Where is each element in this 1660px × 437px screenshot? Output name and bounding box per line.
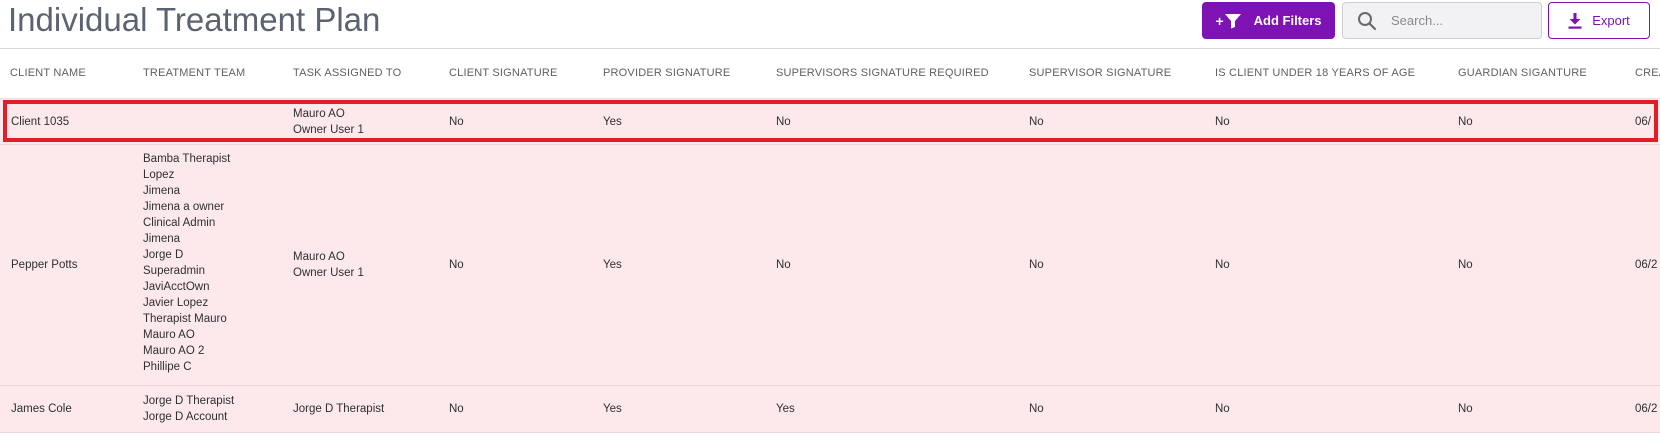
column-header-client-under-18[interactable]: IS CLIENT UNDER 18 YEARS OF AGE [1215, 67, 1415, 79]
cell-task-assigned-to: Jorge D Therapist [293, 403, 385, 415]
filter-icon: + [1215, 13, 1241, 29]
cell-supervisors-signature-required: No [776, 259, 791, 271]
export-button[interactable]: Export [1548, 2, 1650, 39]
cell-supervisor-signature: No [1029, 259, 1044, 271]
column-header-task-assigned-to[interactable]: TASK ASSIGNED TO [293, 67, 401, 79]
page-header: Individual Treatment Plan + Add Filters … [0, 0, 1660, 49]
cell-client-name: Pepper Potts [11, 259, 78, 271]
cell-client-signature: No [449, 403, 464, 415]
download-icon [1568, 12, 1582, 29]
table-header: CLIENT NAME TREATMENT TEAM TASK ASSIGNED… [0, 49, 1660, 99]
cell-client-name: James Cole [11, 403, 72, 415]
cell-guardian-signature: No [1458, 116, 1473, 128]
export-label: Export [1592, 13, 1630, 28]
column-header-supervisors-signature-required[interactable]: SUPERVISORS SIGNATURE REQUIRED [776, 67, 989, 79]
cell-created: 06/ [1635, 116, 1651, 128]
cell-client-name: Client 1035 [11, 116, 70, 128]
cell-treatment-team: Jorge D Therapist Jorge D Account [143, 395, 235, 423]
cell-client-under-18: No [1215, 116, 1230, 128]
cell-client-under-18: No [1215, 259, 1230, 271]
cell-created: 06/2 [1635, 403, 1658, 415]
search-box[interactable] [1342, 2, 1542, 39]
cell-supervisor-signature: No [1029, 403, 1044, 415]
column-header-client-name[interactable]: CLIENT NAME [10, 67, 86, 79]
column-header-provider-signature[interactable]: PROVIDER SIGNATURE [603, 67, 730, 79]
table-row[interactable]: Pepper Potts Bamba Therapist Lopez Jimen… [0, 145, 1660, 386]
cell-task-assigned-to: Mauro AO Owner User 1 [293, 251, 364, 279]
cell-supervisor-signature: No [1029, 116, 1044, 128]
cell-client-under-18: No [1215, 403, 1230, 415]
cell-treatment-team: Bamba Therapist Lopez Jimena Jimena a ow… [143, 153, 231, 373]
table-row[interactable]: Client 1035 Mauro AO Owner User 1 No Yes… [0, 99, 1660, 145]
add-filters-label: Add Filters [1253, 13, 1322, 28]
column-header-treatment-team[interactable]: TREATMENT TEAM [143, 67, 245, 79]
search-input[interactable] [1389, 12, 1533, 29]
page-title: Individual Treatment Plan [8, 1, 381, 38]
column-header-client-signature[interactable]: CLIENT SIGNATURE [449, 67, 558, 79]
cell-guardian-signature: No [1458, 259, 1473, 271]
search-icon [1358, 11, 1377, 30]
cell-task-assigned-to: Mauro AO Owner User 1 [293, 108, 364, 136]
cell-created: 06/2 [1635, 259, 1658, 271]
cell-provider-signature: Yes [603, 259, 622, 271]
cell-supervisors-signature-required: Yes [776, 403, 795, 415]
cell-provider-signature: Yes [603, 116, 622, 128]
add-filters-button[interactable]: + Add Filters [1202, 2, 1335, 39]
cell-client-signature: No [449, 259, 464, 271]
column-header-created[interactable]: CREA [1635, 67, 1660, 79]
cell-guardian-signature: No [1458, 403, 1473, 415]
column-header-guardian-signature[interactable]: GUARDIAN SIGANTURE [1458, 67, 1587, 79]
cell-supervisors-signature-required: No [776, 116, 791, 128]
column-header-supervisor-signature[interactable]: SUPERVISOR SIGNATURE [1029, 67, 1171, 79]
table-row[interactable]: James Cole Jorge D Therapist Jorge D Acc… [0, 386, 1660, 433]
cell-client-signature: No [449, 116, 464, 128]
cell-provider-signature: Yes [603, 403, 622, 415]
